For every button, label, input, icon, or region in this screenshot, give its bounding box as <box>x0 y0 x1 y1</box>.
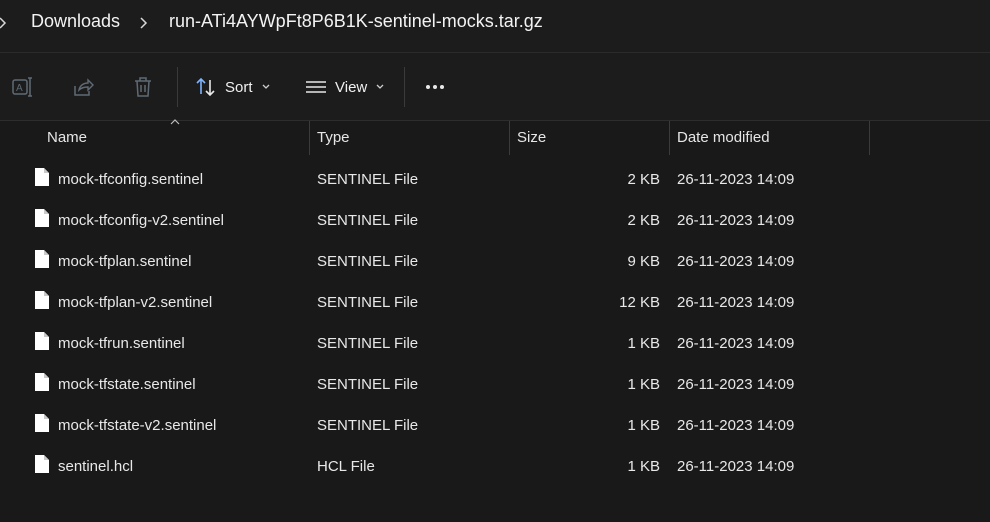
column-divider[interactable] <box>869 121 870 155</box>
chevron-right-icon[interactable] <box>137 12 151 34</box>
file-size: 1 KB <box>627 458 660 475</box>
file-date-modified: 26-11-2023 14:09 <box>677 171 795 188</box>
file-row[interactable]: mock-tfconfig.sentinel SENTINEL File 2 K… <box>0 159 990 200</box>
sort-ascending-icon <box>170 119 180 125</box>
file-type: SENTINEL File <box>317 417 419 434</box>
file-row[interactable]: mock-tfplan.sentinel SENTINEL File 9 KB … <box>0 241 990 282</box>
column-header-date-modified[interactable]: Date modified <box>677 129 770 146</box>
file-explorer-window: Downloads run-ATi4AYWpFt8P6B1K-sentinel-… <box>0 0 990 522</box>
file-icon <box>35 250 49 268</box>
chevron-down-icon <box>262 84 269 89</box>
file-size: 1 KB <box>627 417 660 434</box>
chevron-down-icon <box>376 84 384 89</box>
file-icon <box>35 373 49 391</box>
column-header-size[interactable]: Size <box>517 129 546 146</box>
file-date-modified: 26-11-2023 14:09 <box>677 335 795 352</box>
file-name: mock-tfplan.sentinel <box>58 253 192 270</box>
file-date-modified: 26-11-2023 14:09 <box>677 376 795 393</box>
file-date-modified: 26-11-2023 14:09 <box>677 253 795 270</box>
file-name: mock-tfplan-v2.sentinel <box>58 294 213 311</box>
column-divider[interactable] <box>509 121 510 155</box>
svg-text:A: A <box>16 83 23 94</box>
column-headers: Name Type Size Date modified <box>0 119 990 155</box>
toolbar-separator <box>404 67 405 107</box>
file-type: SENTINEL File <box>317 171 419 188</box>
file-name: mock-tfrun.sentinel <box>58 335 185 352</box>
file-type: SENTINEL File <box>317 294 419 311</box>
breadcrumb: Downloads run-ATi4AYWpFt8P6B1K-sentinel-… <box>0 0 990 53</box>
file-row[interactable]: mock-tfstate.sentinel SENTINEL File 1 KB… <box>0 364 990 405</box>
file-name: mock-tfstate.sentinel <box>58 376 196 393</box>
chevron-right-icon[interactable] <box>0 12 10 34</box>
file-row[interactable]: sentinel.hcl HCL File 1 KB 26-11-2023 14… <box>0 446 990 487</box>
file-name: sentinel.hcl <box>58 458 134 475</box>
file-size: 2 KB <box>627 171 660 188</box>
file-row[interactable]: mock-tfstate-v2.sentinel SENTINEL File 1… <box>0 405 990 446</box>
file-size: 1 KB <box>627 376 660 393</box>
file-name: mock-tfstate-v2.sentinel <box>58 417 217 434</box>
column-divider[interactable] <box>669 121 670 155</box>
sort-icon <box>196 77 215 97</box>
column-header-name[interactable]: Name <box>47 129 87 146</box>
file-type: SENTINEL File <box>317 212 419 229</box>
file-row[interactable]: mock-tfconfig-v2.sentinel SENTINEL File … <box>0 200 990 241</box>
view-label: View <box>335 78 368 96</box>
column-divider[interactable] <box>309 121 310 155</box>
file-type: SENTINEL File <box>317 376 419 393</box>
breadcrumb-item-downloads[interactable]: Downloads <box>31 11 120 32</box>
file-row[interactable]: mock-tfplan-v2.sentinel SENTINEL File 12… <box>0 282 990 323</box>
file-size: 1 KB <box>627 335 660 352</box>
view-button[interactable]: View <box>305 73 385 101</box>
file-icon <box>35 291 49 309</box>
rename-icon[interactable]: A <box>11 75 35 99</box>
sort-button[interactable]: Sort <box>195 73 271 101</box>
command-bar: A Sort View <box>0 53 990 121</box>
file-icon <box>35 455 49 473</box>
share-icon[interactable] <box>71 75 95 99</box>
view-icon <box>306 81 326 93</box>
file-date-modified: 26-11-2023 14:09 <box>677 458 795 475</box>
breadcrumb-item-current-folder[interactable]: run-ATi4AYWpFt8P6B1K-sentinel-mocks.tar.… <box>169 11 543 32</box>
file-icon <box>35 209 49 227</box>
file-type: HCL File <box>317 458 375 475</box>
file-row[interactable]: mock-tfrun.sentinel SENTINEL File 1 KB 2… <box>0 323 990 364</box>
file-name: mock-tfconfig.sentinel <box>58 171 204 188</box>
more-icon[interactable] <box>423 75 447 99</box>
file-date-modified: 26-11-2023 14:09 <box>677 212 795 229</box>
file-icon <box>35 414 49 432</box>
file-size: 9 KB <box>627 253 660 270</box>
file-icon <box>35 168 49 186</box>
file-type: SENTINEL File <box>317 253 419 270</box>
file-date-modified: 26-11-2023 14:09 <box>677 417 795 434</box>
file-type: SENTINEL File <box>317 335 419 352</box>
toolbar-separator <box>177 67 178 107</box>
sort-label: Sort <box>225 78 253 96</box>
file-size: 2 KB <box>627 212 660 229</box>
file-date-modified: 26-11-2023 14:09 <box>677 294 795 311</box>
delete-icon[interactable] <box>131 75 155 99</box>
file-size: 12 KB <box>619 294 660 311</box>
file-name: mock-tfconfig-v2.sentinel <box>58 212 224 229</box>
file-icon <box>35 332 49 350</box>
column-header-type[interactable]: Type <box>317 129 350 146</box>
